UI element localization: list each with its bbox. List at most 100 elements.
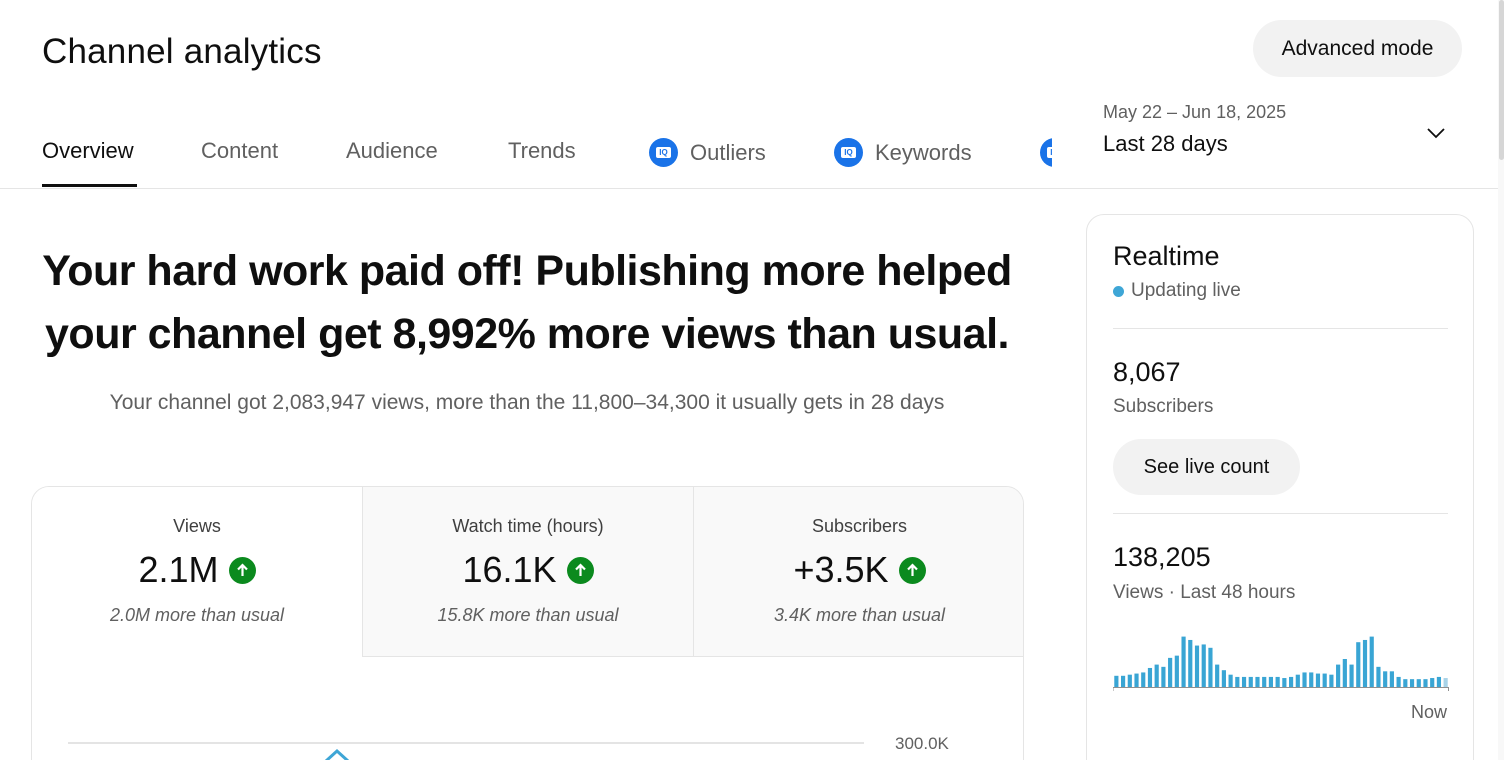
tab-overview[interactable]: Overview bbox=[42, 138, 134, 164]
metric-value-row: 2.1M bbox=[32, 549, 362, 591]
chart-bar[interactable] bbox=[1275, 676, 1280, 687]
see-live-count-button[interactable]: See live count bbox=[1113, 439, 1300, 495]
chart-bar[interactable] bbox=[1436, 676, 1442, 687]
date-range-picker[interactable]: May 22 – Jun 18, 2025 Last 28 days bbox=[1103, 102, 1463, 162]
realtime-status: Updating live bbox=[1113, 280, 1241, 302]
metric-tab-subscribers[interactable]: Subscribers +3.5K 3.4K more than usual bbox=[693, 487, 1023, 657]
realtime-subscribers-value: 8,067 bbox=[1113, 357, 1181, 387]
tabs-divider bbox=[0, 188, 1498, 189]
tab-label: Content bbox=[201, 138, 279, 163]
realtime-divider bbox=[1113, 513, 1448, 514]
metric-tab-views[interactable]: Views 2.1M 2.0M more than usual bbox=[32, 487, 362, 657]
chart-x-label-now: Now bbox=[1411, 702, 1448, 722]
arrow-up-icon bbox=[898, 556, 926, 584]
metric-note: 15.8K more than usual bbox=[437, 605, 619, 625]
tab-label: Audience bbox=[346, 138, 438, 163]
chart-bar[interactable] bbox=[1194, 645, 1200, 687]
views-line-chart[interactable]: 300.0K bbox=[32, 657, 1024, 760]
chart-bar[interactable] bbox=[1141, 672, 1146, 687]
extension-icon: IQ bbox=[649, 138, 678, 167]
realtime-subscribers-label: Subscribers bbox=[1113, 396, 1214, 417]
chart-bar[interactable] bbox=[1282, 678, 1287, 687]
insight-headline: Your hard work paid off! Publishing more… bbox=[42, 247, 1012, 358]
chart-bar[interactable] bbox=[1329, 674, 1334, 687]
tab-outliers[interactable]: IQ Outliers bbox=[649, 138, 766, 167]
tab-content[interactable]: Content bbox=[201, 138, 278, 164]
scrollbar-thumb[interactable] bbox=[1499, 0, 1504, 160]
insight-detail: Your channel got 2,083,947 views, more t… bbox=[109, 391, 945, 414]
chart-bar[interactable] bbox=[1127, 674, 1132, 687]
chart-bar[interactable] bbox=[1201, 644, 1206, 687]
date-range-dates: May 22 – Jun 18, 2025 bbox=[1103, 102, 1287, 122]
chart-bar[interactable] bbox=[1356, 642, 1361, 687]
arrow-up-icon bbox=[228, 556, 256, 584]
chart-bar[interactable] bbox=[1289, 676, 1294, 687]
tab-overflow[interactable]: IQ bbox=[1040, 138, 1052, 167]
chart-bar[interactable] bbox=[1315, 673, 1321, 687]
chart-bar[interactable] bbox=[1403, 679, 1408, 687]
realtime-divider bbox=[1113, 328, 1448, 329]
chart-bar[interactable] bbox=[1208, 647, 1213, 687]
tab-label: Keywords bbox=[875, 139, 972, 165]
chevron-down-icon[interactable] bbox=[1425, 122, 1447, 144]
advanced-mode-button[interactable]: Advanced mode bbox=[1253, 20, 1462, 77]
realtime-card: Realtime Updating live 8,067 Subscribers… bbox=[1086, 214, 1474, 760]
metric-label: Watch time (hours) bbox=[452, 516, 604, 536]
chart-bar[interactable] bbox=[1309, 672, 1314, 687]
chart-bar[interactable] bbox=[1241, 676, 1247, 687]
chart-bar[interactable] bbox=[1248, 676, 1253, 687]
chart-bar[interactable] bbox=[1114, 675, 1119, 687]
chart-bar[interactable] bbox=[1336, 664, 1341, 687]
chart-bar[interactable] bbox=[1416, 679, 1421, 687]
chart-bar[interactable] bbox=[1342, 659, 1347, 687]
chart-bar[interactable] bbox=[1376, 666, 1381, 687]
chart-bar[interactable] bbox=[1181, 636, 1186, 687]
chart-bar[interactable] bbox=[1188, 639, 1193, 687]
metric-label: Subscribers bbox=[811, 516, 908, 536]
chart-bar[interactable] bbox=[1322, 673, 1327, 687]
chart-bar[interactable] bbox=[1134, 673, 1139, 687]
chart-bar[interactable] bbox=[1302, 672, 1307, 687]
tab-label: Outliers bbox=[690, 139, 766, 165]
chart-bar[interactable] bbox=[1362, 639, 1368, 687]
metrics-card: Views 2.1M 2.0M more than usual Watch ti… bbox=[31, 486, 1024, 760]
chart-bar[interactable] bbox=[1423, 679, 1428, 687]
chart-bar[interactable] bbox=[1349, 664, 1354, 687]
metric-value: +3.5K bbox=[793, 549, 889, 590]
metric-tab-watch-time[interactable]: Watch time (hours) 16.1K 15.8K more than… bbox=[362, 487, 693, 657]
chart-bar[interactable] bbox=[1383, 671, 1388, 687]
tab-label: Overview bbox=[42, 138, 134, 163]
chart-bar[interactable] bbox=[1443, 678, 1448, 687]
analytics-tabs: Overview Content Audience Trends IQ Outl… bbox=[42, 112, 1052, 188]
realtime-bar-chart[interactable] bbox=[1113, 625, 1449, 691]
chart-bar[interactable] bbox=[1228, 674, 1233, 687]
chart-bar[interactable] bbox=[1396, 676, 1401, 687]
tab-keywords[interactable]: IQ Keywords bbox=[834, 138, 972, 167]
chart-bar[interactable] bbox=[1235, 676, 1240, 687]
realtime-views-value: 138,205 bbox=[1113, 542, 1211, 572]
chart-bar[interactable] bbox=[1121, 675, 1126, 687]
chart-bar[interactable] bbox=[1154, 664, 1159, 687]
chart-bar[interactable] bbox=[1215, 664, 1220, 687]
chart-bar[interactable] bbox=[1369, 636, 1374, 687]
chart-bar[interactable] bbox=[1221, 670, 1226, 687]
chart-bar[interactable] bbox=[1409, 679, 1415, 687]
tab-underline bbox=[42, 184, 137, 187]
metric-note: 2.0M more than usual bbox=[109, 605, 285, 625]
chart-bar[interactable] bbox=[1268, 676, 1274, 687]
tab-audience[interactable]: Audience bbox=[346, 138, 438, 164]
realtime-title: Realtime bbox=[1113, 241, 1220, 271]
chart-bar[interactable] bbox=[1161, 666, 1166, 687]
chart-bar[interactable] bbox=[1430, 678, 1435, 687]
chart-bar[interactable] bbox=[1168, 657, 1173, 687]
chart-bar[interactable] bbox=[1174, 655, 1179, 687]
tab-trends[interactable]: Trends bbox=[508, 138, 576, 164]
chart-bar[interactable] bbox=[1255, 676, 1260, 687]
realtime-views-label: Views · Last 48 hours bbox=[1113, 582, 1296, 603]
chart-series-line bbox=[324, 748, 350, 760]
chart-bar[interactable] bbox=[1147, 667, 1153, 687]
chart-bar[interactable] bbox=[1389, 671, 1394, 687]
chart-bar[interactable] bbox=[1262, 676, 1267, 687]
metric-note: 3.4K more than usual bbox=[773, 605, 946, 625]
chart-bar[interactable] bbox=[1295, 674, 1300, 687]
